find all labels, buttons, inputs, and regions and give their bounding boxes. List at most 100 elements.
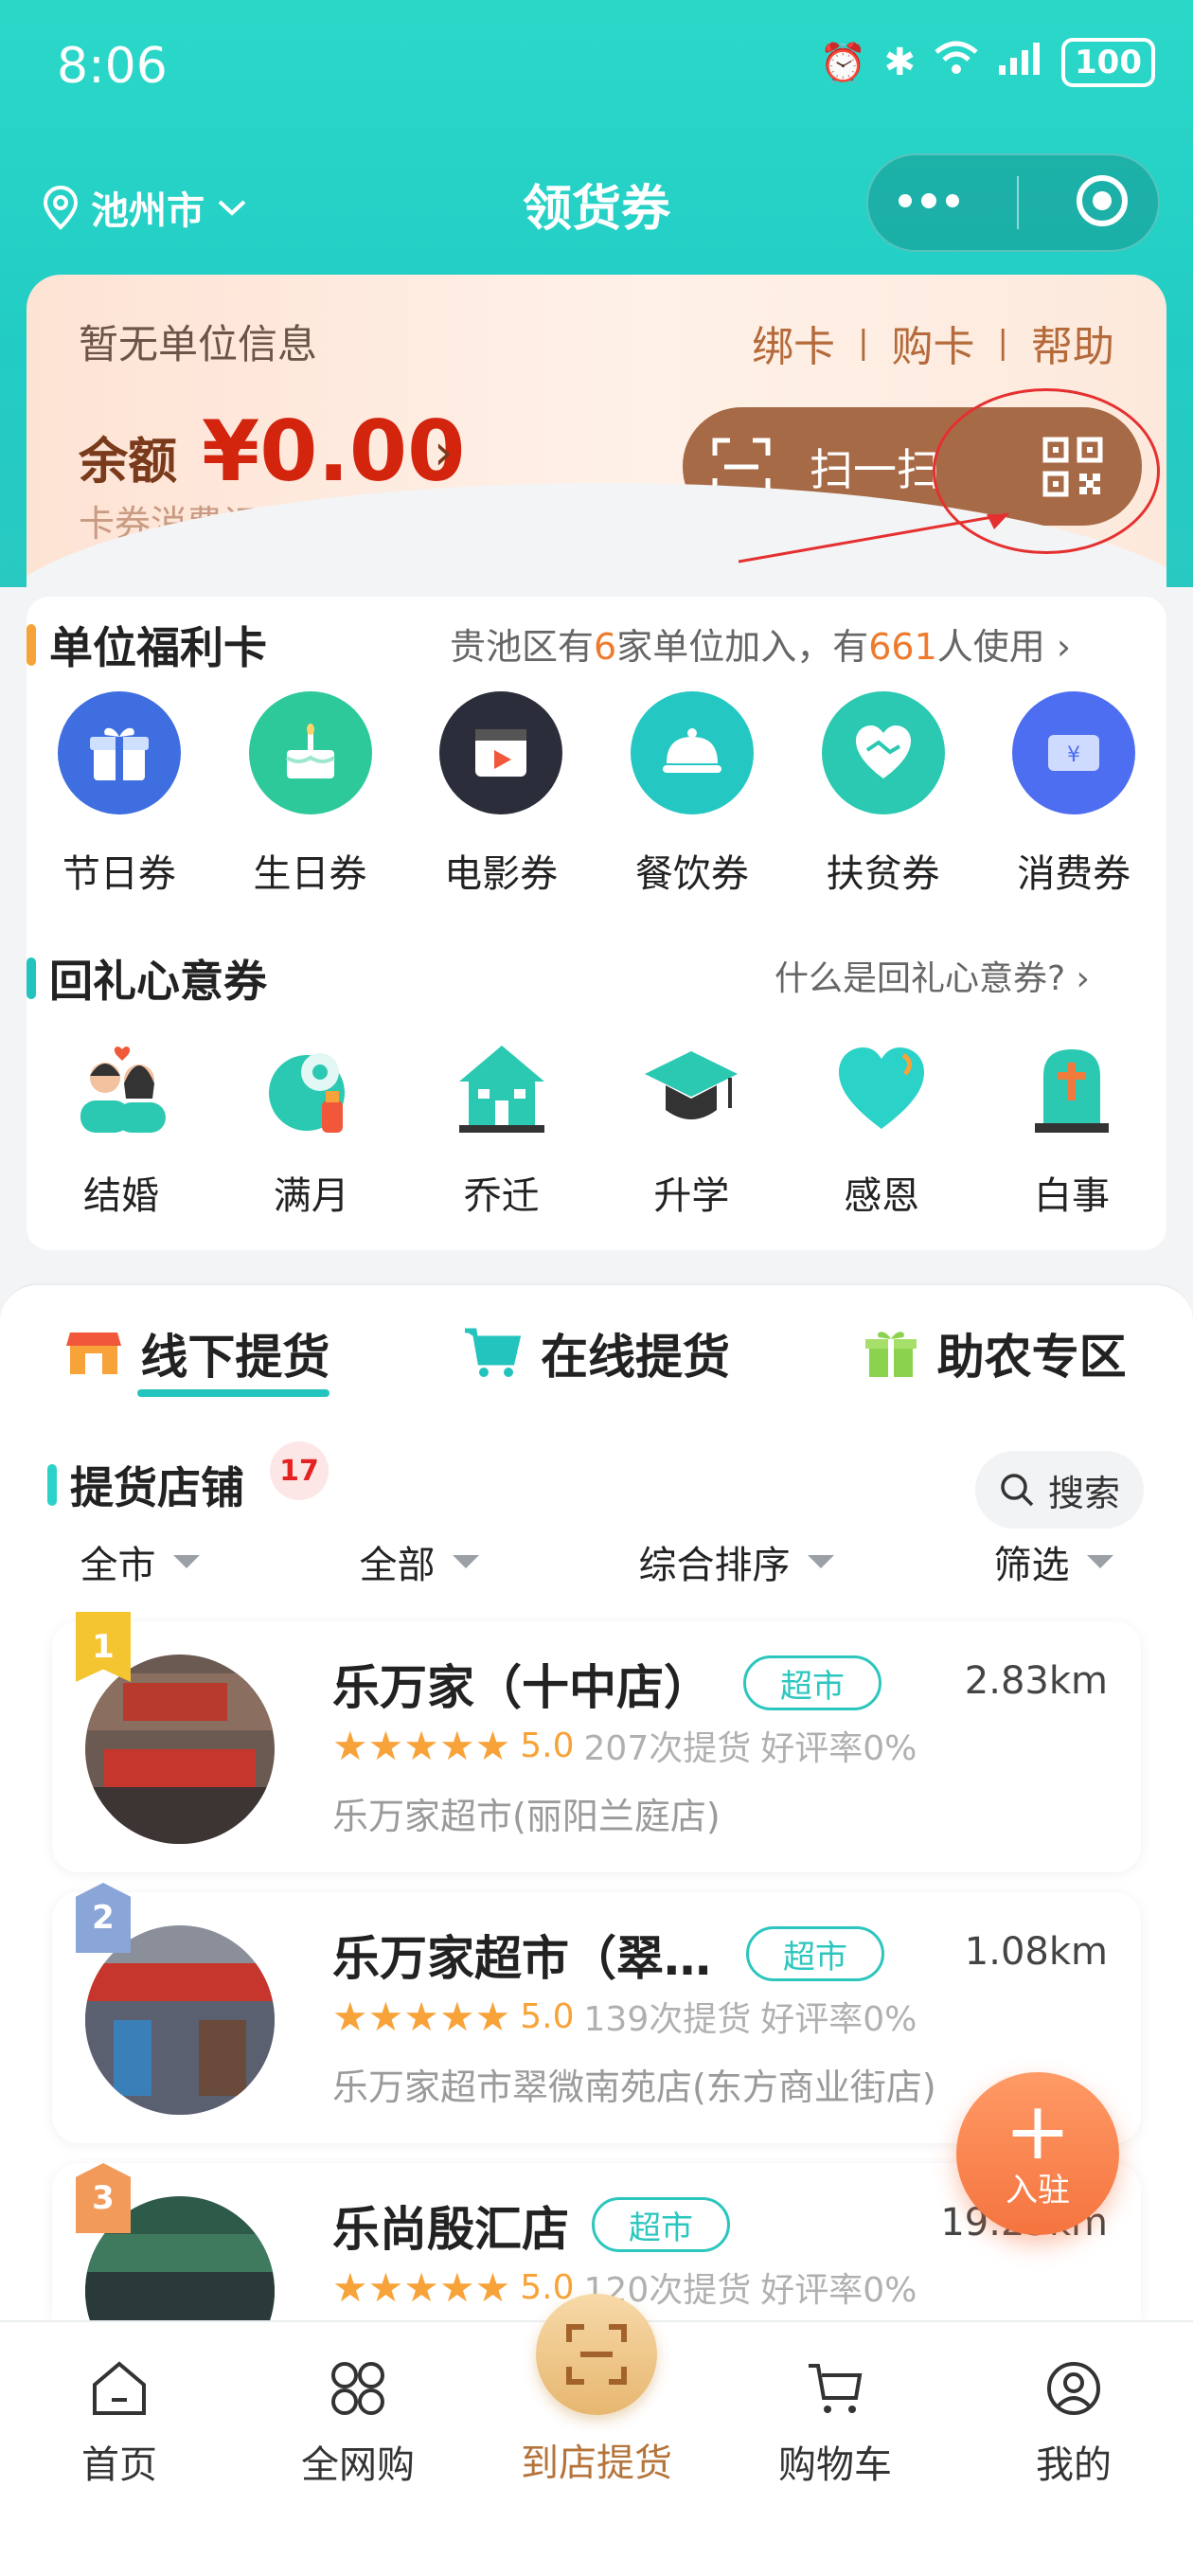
gift-item-wedding[interactable]: 结婚 <box>27 1042 216 1220</box>
gift-item-label: 满月 <box>273 1174 349 1218</box>
filter-more[interactable]: 筛选 <box>994 1534 1113 1589</box>
signal-icon <box>997 39 1044 86</box>
store-distance: 2.83km <box>964 1659 1108 1703</box>
graduation-cap-icon <box>645 1051 739 1119</box>
welfare-info-prefix: 贵池区有 <box>450 626 595 668</box>
gift-row: 结婚 满月 乔迁 升学 感恩 白事 <box>27 1042 1166 1220</box>
buy-card-link[interactable]: 购卡 <box>892 313 975 373</box>
star-icon: ★★★★★ <box>332 1993 511 2040</box>
welfare-item-poverty-aid[interactable]: 扶贫券 <box>788 691 979 898</box>
chevron-right-icon[interactable]: › <box>434 424 454 481</box>
nav-all-shop[interactable]: 全网购 <box>239 2322 477 2576</box>
section-accent-bar <box>47 1464 57 1506</box>
filter-label: 全部 <box>359 1544 436 1587</box>
gift-header: 回礼心意券 <box>27 947 267 1010</box>
caret-down-icon <box>172 1555 200 1568</box>
rating-score: 5.0 <box>520 1726 575 1765</box>
filter-bar: 全市 全部 综合排序 筛选 <box>0 1534 1193 1589</box>
gift-item-funeral[interactable]: 白事 <box>977 1042 1166 1220</box>
filter-label: 筛选 <box>993 1544 1070 1587</box>
more-icon[interactable] <box>896 191 962 214</box>
nav-cart[interactable]: 购物车 <box>716 2322 954 2576</box>
welfare-item-birthday[interactable]: 生日券 <box>215 691 406 898</box>
welfare-item-movie[interactable]: 电影券 <box>405 691 596 898</box>
tab-online-pickup[interactable]: 在线提货 <box>463 1319 730 1387</box>
stores-title: 提货店铺 <box>70 1462 244 1513</box>
store-rating: ★★★★★ 5.0 207次提货 好评率0% <box>332 1721 917 1770</box>
welfare-item-holiday[interactable]: 节日券 <box>24 691 215 898</box>
tab-farm-aid[interactable]: 助农专区 <box>864 1319 1127 1387</box>
store-name: 乐万家（十中店） <box>332 1660 711 1715</box>
tab-label: 线下提货 <box>140 1329 330 1385</box>
rating-score: 5.0 <box>520 1996 575 2036</box>
nav-label: 我的 <box>1036 2443 1112 2487</box>
chevron-right-icon: › <box>1056 626 1072 668</box>
user-icon <box>1047 2362 1100 2415</box>
welfare-item-label: 生日券 <box>253 852 367 896</box>
scan-icon <box>536 2294 657 2415</box>
nav-store-pickup[interactable]: 到店提货 <box>477 2294 716 2576</box>
welfare-item-label: 餐饮券 <box>634 852 749 896</box>
store-photo <box>85 1655 275 1844</box>
filter-city[interactable]: 全市 <box>80 1534 200 1589</box>
close-miniprogram-icon[interactable] <box>1074 172 1131 233</box>
welfare-unit-count: 6 <box>594 626 617 668</box>
wifi-icon <box>933 39 980 86</box>
nav-label: 购物车 <box>778 2443 892 2487</box>
gift-icon <box>57 691 181 814</box>
filter-label: 综合排序 <box>638 1544 791 1587</box>
consumption-history-link[interactable]: 卡券消费记录» <box>79 494 316 546</box>
nav-profile[interactable]: 我的 <box>954 2322 1193 2576</box>
mini-program-capsule <box>866 153 1160 252</box>
baby-icon <box>268 1053 345 1133</box>
nav-home[interactable]: 首页 <box>0 2322 239 2576</box>
bottom-nav: 首页 全网购 到店提货 购物车 我的 <box>0 2294 1193 2576</box>
scan-icon <box>712 438 771 495</box>
nav-label: 全网购 <box>301 2443 415 2487</box>
svg-text:¥: ¥ <box>1067 743 1080 767</box>
link-divider: | <box>858 324 869 362</box>
gift-help-text: 什么是回礼心意券? <box>775 959 1066 998</box>
welfare-header: 单位福利卡 <box>27 614 267 676</box>
welfare-item-consumption[interactable]: ¥ 消费券 <box>978 691 1169 898</box>
gift-item-housewarming[interactable]: 乔迁 <box>407 1042 596 1220</box>
welfare-title: 单位福利卡 <box>49 622 267 673</box>
pickup-count: 139次提货 <box>583 2000 752 2039</box>
gift-item-label: 乔迁 <box>463 1174 540 1218</box>
caret-down-icon <box>452 1555 479 1568</box>
tab-label: 助农专区 <box>936 1329 1127 1385</box>
scan-label: 扫一扫 <box>810 443 940 495</box>
battery-indicator: 100 <box>1061 38 1155 87</box>
tab-offline-pickup[interactable]: 线下提货 <box>66 1319 330 1397</box>
plus-icon: + <box>1004 2084 1072 2177</box>
join-fab-button[interactable]: + 入驻 <box>956 2072 1119 2235</box>
store-address: 乐万家超市翠微南苑店(东方商业街店) <box>332 2066 936 2108</box>
welfare-info[interactable]: 贵池区有6家单位加入，有661人使用 › <box>450 617 1071 670</box>
store-tag: 超市 <box>743 1655 881 1710</box>
help-link[interactable]: 帮助 <box>1031 313 1114 373</box>
search-button[interactable]: 搜索 <box>975 1451 1144 1529</box>
bluetooth-icon: ✱ <box>883 41 917 84</box>
gift-help-link[interactable]: 什么是回礼心意券? › <box>775 951 1090 1000</box>
filter-category[interactable]: 全部 <box>360 1534 479 1589</box>
store-distance: 1.08km <box>964 1930 1108 1974</box>
capsule-divider <box>1017 176 1019 229</box>
status-time: 8:06 <box>57 38 168 95</box>
store-card[interactable]: 1 乐万家（十中店） 超市 2.83km ★★★★★ 5.0 207次提货 好评… <box>52 1612 1141 1872</box>
link-divider: | <box>997 324 1008 362</box>
filter-sort[interactable]: 综合排序 <box>639 1534 834 1589</box>
bind-card-link[interactable]: 绑卡 <box>752 313 835 373</box>
welfare-item-label: 节日券 <box>62 852 176 896</box>
rank-badge: 3 <box>76 2163 131 2233</box>
welfare-item-dining[interactable]: 餐饮券 <box>596 691 788 898</box>
gift-title: 回礼心意券 <box>49 956 267 1007</box>
store-count-badge: 17 <box>270 1441 329 1500</box>
pickup-count: 207次提货 <box>583 1729 752 1768</box>
ticket-icon: ¥ <box>1012 691 1136 814</box>
gift-item-full-month[interactable]: 满月 <box>217 1042 406 1220</box>
balance-value[interactable]: ¥0.00 <box>202 402 465 500</box>
gift-item-gratitude[interactable]: 感恩 <box>787 1042 976 1220</box>
stores-header: 提货店铺 <box>47 1454 244 1516</box>
gift-item-school[interactable]: 升学 <box>596 1042 786 1220</box>
alarm-icon: ⏰ <box>819 41 867 85</box>
